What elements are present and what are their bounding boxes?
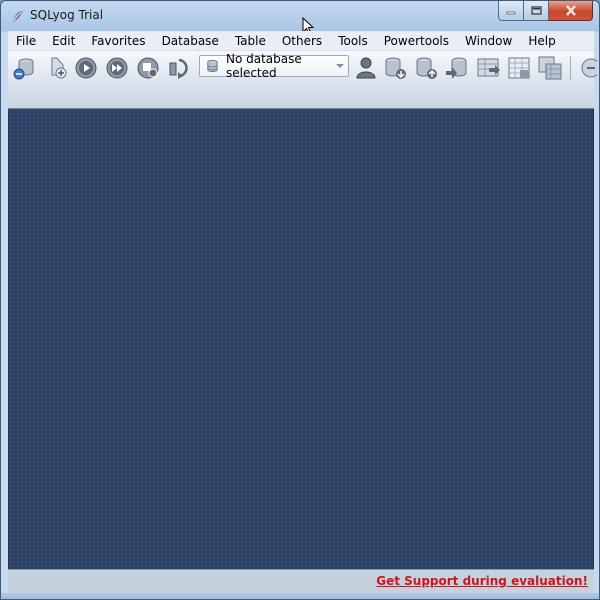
mdi-workspace[interactable] [8,109,594,569]
new-query-icon[interactable] [43,55,69,81]
database-select-value: No database selected [225,52,302,80]
get-support-link[interactable]: Get Support during evaluation! [376,574,588,588]
maximize-button[interactable] [524,1,549,21]
status-bar: Get Support during evaluation! [8,569,594,593]
schema-table-icon[interactable] [506,55,532,81]
menu-tools[interactable]: Tools [330,31,376,51]
minimize-button[interactable] [498,1,524,21]
overflow-tool-icon[interactable] [577,55,597,81]
menu-powertools[interactable]: Powertools [376,31,457,51]
copy-table-icon[interactable] [537,55,563,81]
main-toolbar: No database selected [8,51,597,109]
app-window: SQLyog Trial File Edit Favorites Databas… [0,0,600,600]
chevron-down-icon [336,64,344,68]
menu-favorites[interactable]: Favorites [83,31,153,51]
menu-help[interactable]: Help [520,31,563,51]
database-icon [207,59,218,73]
menu-bar: File Edit Favorites Database Table Other… [8,31,594,51]
menu-others[interactable]: Others [274,31,330,51]
new-connection-icon[interactable] [11,55,37,81]
maximize-icon [530,6,542,15]
window-bottom-frame [1,593,599,599]
close-button[interactable] [549,1,593,21]
menu-database[interactable]: Database [154,31,227,51]
copy-database-icon[interactable] [444,55,470,81]
minimize-icon [506,11,516,14]
execute-all-icon[interactable] [104,55,130,81]
restore-database-icon[interactable] [413,55,439,81]
import-data-icon[interactable] [475,55,501,81]
window-title: SQLyog Trial [30,8,104,22]
menu-file[interactable]: File [8,31,44,51]
menu-table[interactable]: Table [227,31,274,51]
refresh-icon[interactable] [166,55,192,81]
database-select[interactable]: No database selected [199,52,349,80]
toolbar-separator [570,56,571,80]
menu-edit[interactable]: Edit [44,31,83,51]
title-bar[interactable]: SQLyog Trial [1,1,599,31]
user-manager-icon[interactable] [353,55,379,81]
close-icon [565,5,576,16]
sqlyog-app-icon [13,11,23,22]
menu-window[interactable]: Window [457,31,520,51]
stop-icon[interactable] [135,55,161,81]
execute-query-icon[interactable] [73,55,99,81]
backup-database-icon[interactable] [382,55,408,81]
